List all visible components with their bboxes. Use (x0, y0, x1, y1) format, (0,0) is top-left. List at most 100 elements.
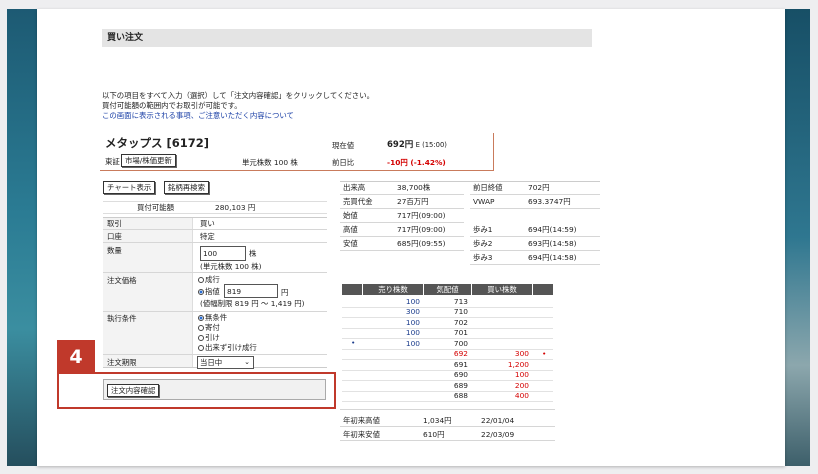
market-label: 東証 (105, 157, 120, 166)
board-price: 713 (453, 296, 468, 306)
cond-option-open[interactable]: 寄付 (198, 323, 220, 333)
open-label: 始値 (343, 211, 358, 220)
board-price: 688 (453, 391, 468, 400)
intro-line1: 以下の項目をすべて入力（選択）して「注文内容確認」をクリックしてください。 (102, 91, 374, 100)
stats-row-line (340, 222, 464, 223)
open-value: 717円(09:00) (397, 211, 446, 220)
turnover-label: 売買代金 (343, 197, 373, 206)
background-left-mountain (7, 9, 37, 466)
vwap-label: VWAP (473, 197, 495, 206)
radio-cond-none[interactable] (198, 315, 204, 321)
radio-cond-open[interactable] (198, 325, 204, 331)
notice-link[interactable]: この画面に表示される事項、ご注意いただく内容について (102, 111, 294, 121)
board-price: 690 (453, 370, 468, 379)
high-label: 高値 (343, 225, 358, 234)
board-price: 691 (453, 359, 468, 369)
cond-option-label: 寄付 (205, 323, 220, 332)
board-price: 702 (453, 317, 468, 327)
condition-label: 執行条件 (107, 314, 137, 323)
stats-row-line (470, 194, 600, 195)
page-title-bar (102, 29, 592, 47)
cond-option-none[interactable]: 無条件 (198, 313, 227, 323)
order-panel: 買い注文 以下の項目をすべて入力（選択）して「注文内容確認」をクリックしてくださ… (37, 9, 785, 466)
qty-input[interactable]: 100 (200, 246, 246, 261)
ytd-divider (340, 409, 555, 410)
tick3-label: 歩み3 (473, 253, 493, 262)
period-select-value: 当日中 (200, 358, 223, 367)
form-divider (103, 311, 327, 312)
limit-price-input[interactable]: 819 (224, 284, 278, 298)
board-buy-qty: 400 (514, 391, 529, 400)
account-value: 特定 (200, 232, 215, 241)
board-buy-qty: 100 (514, 370, 529, 379)
limit-option-label: 指値 (205, 287, 220, 296)
radio-cond-funari[interactable] (198, 345, 204, 351)
board-header-blank (342, 284, 362, 295)
prevclose-value: 702円 (528, 183, 550, 192)
intro-line2: 買付可能額の範囲内でお取引が可能です。 (102, 101, 242, 110)
market-order-option[interactable]: 成行 (198, 275, 220, 285)
trade-label: 取引 (107, 219, 122, 228)
board-price: 700 (453, 338, 468, 348)
stats-row-line (470, 264, 600, 265)
cond-option-label: 引け (205, 333, 220, 342)
radio-limit[interactable] (198, 289, 204, 295)
volume-value: 38,700株 (397, 183, 431, 192)
ytd-low-label: 年初来安値 (343, 430, 380, 439)
ytd-high-value: 1,034円 (423, 416, 452, 425)
ytd-low-date: 22/03/09 (481, 430, 515, 439)
current-price-sub: E (15:00) (415, 141, 447, 149)
radio-cond-close[interactable] (198, 335, 204, 341)
board-sell-qty: 100 (405, 317, 420, 327)
stats-row-line (470, 250, 600, 251)
period-label: 注文期限 (107, 358, 137, 367)
cond-option-close[interactable]: 引け (198, 333, 220, 343)
board-sell-qty: 300 (405, 307, 420, 316)
stats-row-line (470, 236, 600, 237)
tick1-value: 694円(14:59) (528, 225, 577, 234)
stats-row-line (340, 194, 464, 195)
cond-option-funari[interactable]: 出来ず引け成行 (198, 343, 257, 353)
tick1-label: 歩み1 (473, 225, 493, 234)
limit-order-option[interactable]: 指値 (198, 287, 220, 297)
available-value: 280,103 円 (215, 203, 256, 212)
available-label: 買付可能額 (137, 203, 174, 212)
ytd-row-line (340, 440, 555, 441)
form-divider (103, 229, 327, 230)
current-price-value: 692円 (387, 140, 414, 150)
qty-unit: 株 (249, 249, 257, 258)
form-divider (103, 272, 327, 273)
price-label: 現在値 (332, 141, 355, 150)
change-value: -10円 (-1.42%) (387, 158, 446, 167)
board-price: 689 (453, 380, 468, 390)
form-divider (103, 354, 327, 355)
market-option-label: 成行 (205, 275, 220, 284)
current-price: 692円 E (15:00) (387, 140, 447, 150)
board-header-blank (533, 284, 553, 295)
stock-search-button[interactable]: 銘柄再検索 (164, 181, 209, 194)
board-header-price: 気配値 (424, 284, 471, 295)
board-header-sell: 売り株数 (363, 284, 423, 295)
board-marker-icon: • (351, 338, 356, 347)
page-title: 買い注文 (107, 33, 144, 43)
step-badge: 4 (57, 340, 95, 374)
stats-row-line (340, 236, 464, 237)
cond-option-label: 無条件 (205, 313, 228, 322)
board-sell-qty: 100 (405, 338, 420, 348)
board-buy-qty: 1,200 (507, 359, 529, 369)
ytd-high-label: 年初来高値 (343, 416, 380, 425)
tick2-value: 693円(14:58) (528, 239, 577, 248)
period-select[interactable]: 当日中 ⌄ (197, 356, 254, 369)
market-update-button[interactable]: 市場/株価更新 (121, 154, 176, 167)
board-buy-qty: 200 (514, 380, 529, 390)
ytd-high-date: 22/01/04 (481, 416, 515, 425)
cond-option-label: 出来ず引け成行 (205, 343, 257, 352)
form-divider (103, 242, 327, 243)
confirm-order-button[interactable]: 注文内容確認 (107, 384, 160, 397)
chevron-down-icon: ⌄ (244, 358, 250, 366)
turnover-value: 27百万円 (397, 197, 429, 206)
qty-label: 数量 (107, 246, 122, 255)
board-row-line (342, 401, 553, 402)
radio-market[interactable] (198, 277, 204, 283)
chart-button[interactable]: チャート表示 (103, 181, 156, 194)
